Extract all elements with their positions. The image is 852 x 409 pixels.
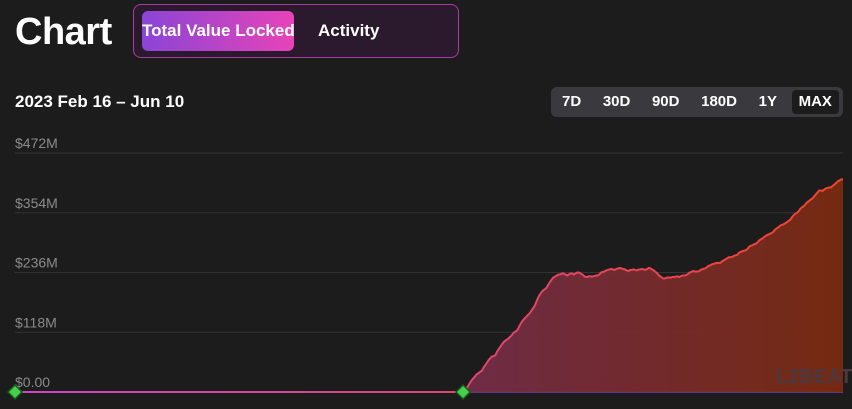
y-tick-label: $0.00 bbox=[15, 374, 50, 390]
l2beat-watermark: L2BEAT bbox=[776, 366, 852, 388]
y-tick-label: $354M bbox=[15, 195, 58, 211]
y-tick-label: $472M bbox=[15, 135, 58, 151]
y-tick-label: $118M bbox=[15, 314, 57, 330]
tvl-area-fill bbox=[15, 179, 843, 392]
y-tick-label: $236M bbox=[15, 255, 58, 271]
tvl-chart: $472M $354M $236M $118M $0.00 L2BEAT bbox=[6, 135, 852, 401]
